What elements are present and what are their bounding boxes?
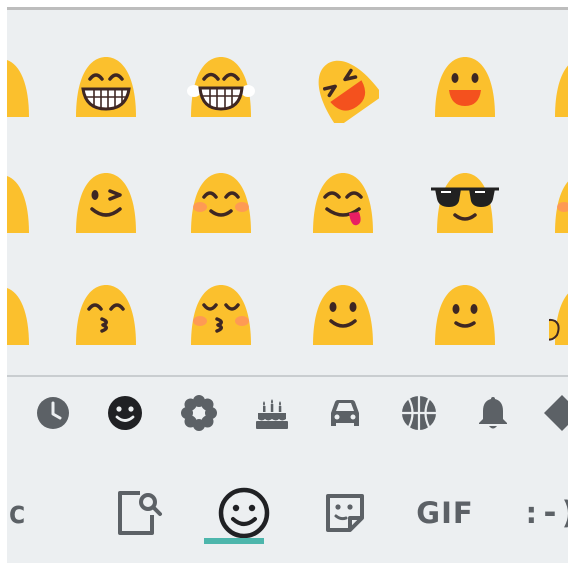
partial-label: c xyxy=(7,495,27,531)
activity-icon[interactable] xyxy=(397,391,441,435)
gif-button[interactable]: GIF xyxy=(409,491,481,535)
emoji-partial-right[interactable] xyxy=(549,167,568,239)
sticker-search-button[interactable] xyxy=(110,485,166,541)
emoji-grid xyxy=(7,7,568,374)
travel-icon[interactable] xyxy=(323,391,367,435)
emoji-grinning-face-with-smiling-eyes[interactable] xyxy=(70,51,142,123)
emoji-partial-right[interactable] xyxy=(549,51,568,123)
emoji-slightly-smiling-face-2[interactable] xyxy=(429,279,501,351)
emoji-kissing-face-with-smiling-eyes[interactable] xyxy=(70,279,142,351)
emoji-partial-left[interactable] xyxy=(7,167,37,239)
food-icon[interactable] xyxy=(250,391,294,435)
objects-icon[interactable] xyxy=(471,391,515,435)
gif-label: GIF xyxy=(416,496,474,530)
emoji-smiling-face-with-smiling-eyes[interactable] xyxy=(185,167,257,239)
nature-icon[interactable] xyxy=(177,391,221,435)
smiley-face-icon xyxy=(218,487,270,539)
emoji-tab-button[interactable] xyxy=(214,483,274,543)
emoji-kissing-face-with-closed-eyes[interactable] xyxy=(185,279,257,351)
emoji-winking-face[interactable] xyxy=(70,167,142,239)
emoji-partial-right[interactable] xyxy=(549,279,568,351)
emoji-keyboard: c GIF:- xyxy=(7,7,568,563)
sticker-search-icon xyxy=(118,491,162,535)
emoji-face-savoring-food[interactable] xyxy=(307,167,379,239)
sticker-button[interactable] xyxy=(319,487,371,539)
active-tab-indicator xyxy=(204,538,264,544)
emoji-smiling-face-with-sunglasses[interactable] xyxy=(429,167,501,239)
emoji-face-with-tears-of-joy[interactable] xyxy=(185,51,257,123)
smileys-icon[interactable] xyxy=(103,391,147,435)
emoji-partial-left[interactable] xyxy=(7,279,37,351)
symbols-icon[interactable] xyxy=(540,391,568,435)
emoticon-label: :-) xyxy=(522,495,568,531)
partial-button-left[interactable]: c xyxy=(7,491,37,535)
sticker-icon xyxy=(326,494,364,532)
grid-divider xyxy=(7,375,568,377)
emoji-category-bar xyxy=(7,379,568,445)
emoji-slightly-smiling-face[interactable] xyxy=(307,279,379,351)
emoji-smiling-face-with-open-mouth[interactable] xyxy=(429,51,501,123)
emoji-partial-left[interactable] xyxy=(7,51,37,123)
emoji-rolling-on-the-floor-laughing[interactable] xyxy=(307,51,379,123)
emoticon-button[interactable]: :-) xyxy=(515,491,568,535)
recent-icon[interactable] xyxy=(31,391,75,435)
keyboard-bottom-bar: c GIF:- xyxy=(7,457,568,563)
